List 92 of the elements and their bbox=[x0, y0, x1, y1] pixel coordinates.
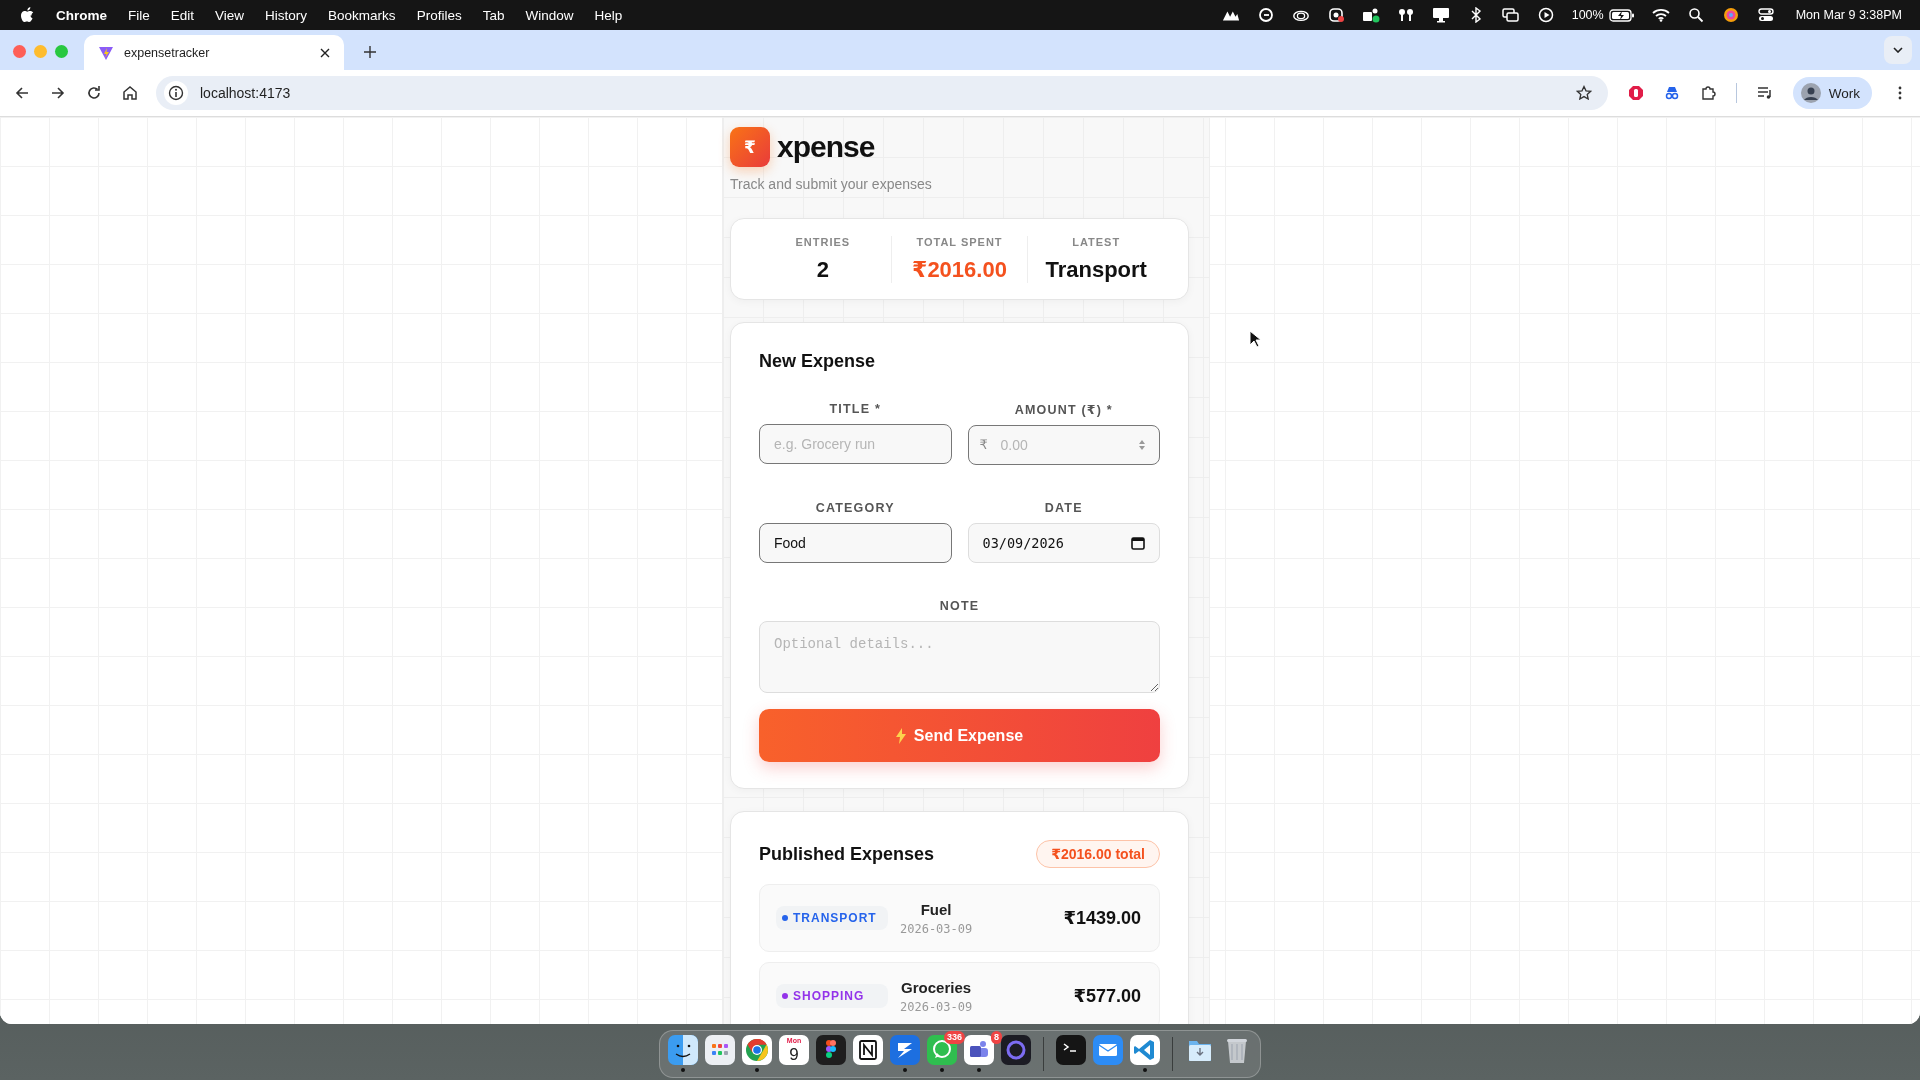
display-icon[interactable] bbox=[1431, 7, 1450, 23]
profile-button[interactable]: Work bbox=[1792, 77, 1872, 109]
stat-value: 2 bbox=[816, 256, 829, 283]
back-icon[interactable] bbox=[14, 85, 30, 101]
calendar-icon[interactable] bbox=[1131, 536, 1145, 550]
currency-prefix: ₹ bbox=[979, 437, 988, 452]
info-icon[interactable] bbox=[164, 81, 188, 105]
terminal-icon[interactable] bbox=[1056, 1035, 1086, 1065]
tagline: Track and submit your expenses bbox=[730, 176, 933, 192]
ring-icon[interactable] bbox=[1001, 1035, 1031, 1065]
record-icon[interactable] bbox=[1326, 7, 1345, 23]
wifi-icon[interactable] bbox=[1651, 7, 1670, 23]
hand-stop-icon[interactable] bbox=[1627, 85, 1644, 101]
stat-label: ENTRIES bbox=[795, 235, 851, 248]
send-expense-button[interactable]: Send Expense bbox=[759, 709, 1160, 762]
color-wheel-icon[interactable] bbox=[742, 1035, 772, 1065]
total-pill: ₹2016.00 total bbox=[1036, 840, 1160, 868]
menu-item[interactable]: Help bbox=[594, 7, 623, 23]
control-center-icon[interactable] bbox=[1756, 7, 1775, 23]
code-editor-icon[interactable] bbox=[1130, 1035, 1160, 1065]
url-text: localhost:4173 bbox=[200, 85, 291, 101]
menu-item[interactable]: Profiles bbox=[416, 7, 462, 23]
expense-title: Groceries bbox=[901, 978, 972, 996]
reload-icon[interactable] bbox=[86, 85, 102, 101]
date-field[interactable]: 03/09/2026 bbox=[967, 523, 1160, 563]
menu-item[interactable]: Edit bbox=[170, 7, 195, 23]
menu-item[interactable]: File bbox=[128, 7, 150, 23]
new-tab-icon[interactable] bbox=[364, 46, 376, 58]
forward-icon[interactable] bbox=[50, 85, 66, 101]
menu-clock[interactable]: Mon Mar 9 3:38PM bbox=[1795, 8, 1902, 22]
menu-item[interactable]: Bookmarks bbox=[328, 7, 396, 23]
calendar-day: 9 bbox=[789, 1045, 799, 1064]
field-label: DATE bbox=[1043, 501, 1084, 515]
address-bar[interactable]: localhost:4173 bbox=[156, 76, 1608, 110]
menu-item[interactable]: History bbox=[265, 7, 308, 23]
app-grid-icon[interactable] bbox=[705, 1035, 735, 1065]
tab-search-button[interactable] bbox=[1884, 36, 1912, 64]
expense-amount: ₹1439.00 bbox=[1063, 907, 1141, 929]
category-label: SHOPPING bbox=[793, 989, 865, 1003]
menu-item[interactable]: Window bbox=[525, 7, 574, 23]
mail-icon[interactable] bbox=[1093, 1035, 1123, 1065]
windows-icon[interactable] bbox=[1501, 7, 1520, 23]
arrow-app-icon[interactable] bbox=[890, 1035, 920, 1065]
search-icon[interactable] bbox=[1686, 7, 1705, 23]
stat-label: LATEST bbox=[1072, 235, 1121, 248]
menu-item[interactable]: Tab bbox=[482, 7, 505, 23]
expense-title: Fuel bbox=[920, 900, 952, 918]
expense-row[interactable]: SHOPPING Groceries 2026-03-09 ₹577.00 bbox=[759, 962, 1160, 1024]
field-label: TITLE * bbox=[828, 402, 882, 416]
list-title: Published Expenses bbox=[759, 843, 935, 865]
expense-date: 2026-03-09 bbox=[900, 921, 973, 936]
puzzle-icon[interactable] bbox=[1699, 85, 1716, 101]
spinner-icon[interactable] bbox=[1138, 439, 1146, 451]
form-title: New Expense bbox=[759, 351, 877, 372]
mouse-cursor-icon bbox=[1249, 330, 1261, 348]
note-field[interactable]: Optional details... bbox=[759, 621, 1160, 693]
menu-item[interactable]: View bbox=[215, 7, 245, 23]
expense-amount: ₹577.00 bbox=[1073, 985, 1141, 1007]
media-controls-icon[interactable] bbox=[1756, 85, 1773, 101]
category-field[interactable]: Food bbox=[759, 523, 952, 563]
browser-tab[interactable]: expensetracker bbox=[84, 35, 344, 70]
stat-label: TOTAL SPENT bbox=[916, 235, 1003, 248]
field-label: NOTE bbox=[938, 599, 981, 613]
lightning-icon bbox=[895, 727, 906, 744]
stat-value: ₹2016.00 bbox=[912, 256, 1007, 283]
title-input[interactable]: e.g. Grocery run bbox=[759, 424, 952, 464]
avatar-icon bbox=[1800, 83, 1821, 103]
earbuds-icon[interactable] bbox=[1396, 7, 1415, 23]
shapes-icon[interactable] bbox=[816, 1035, 846, 1065]
smiling-face-icon[interactable] bbox=[668, 1035, 698, 1065]
brand-name: xpense bbox=[777, 130, 875, 164]
field-label: AMOUNT (₹) * bbox=[1013, 402, 1114, 417]
close-icon[interactable] bbox=[320, 47, 330, 58]
logo-mark: ₹ bbox=[730, 127, 770, 167]
expense-row[interactable]: TRANSPORT Fuel 2026-03-09 ₹1439.00 bbox=[759, 884, 1160, 952]
system-menu-icon[interactable] bbox=[20, 7, 34, 23]
notebook-icon[interactable] bbox=[853, 1035, 883, 1065]
category-label: TRANSPORT bbox=[793, 911, 877, 925]
home-icon[interactable] bbox=[122, 85, 138, 101]
stat-value: Transport bbox=[1045, 256, 1147, 283]
play-icon[interactable] bbox=[1536, 7, 1555, 23]
spy-icon[interactable] bbox=[1663, 85, 1680, 101]
battery-percentage: 100% bbox=[1571, 8, 1604, 22]
star-icon[interactable] bbox=[1575, 85, 1592, 101]
chevron-down-icon bbox=[1893, 47, 1903, 53]
field-label: CATEGORY bbox=[814, 501, 896, 515]
lightning-triangle-icon bbox=[98, 44, 114, 61]
notification-badge: 336 bbox=[943, 1031, 965, 1044]
battery-icon[interactable] bbox=[1608, 8, 1635, 22]
people-icon[interactable] bbox=[964, 1035, 994, 1065]
menu-app-name[interactable]: Chrome bbox=[56, 7, 107, 23]
expense-date: 2026-03-09 bbox=[900, 999, 973, 1014]
